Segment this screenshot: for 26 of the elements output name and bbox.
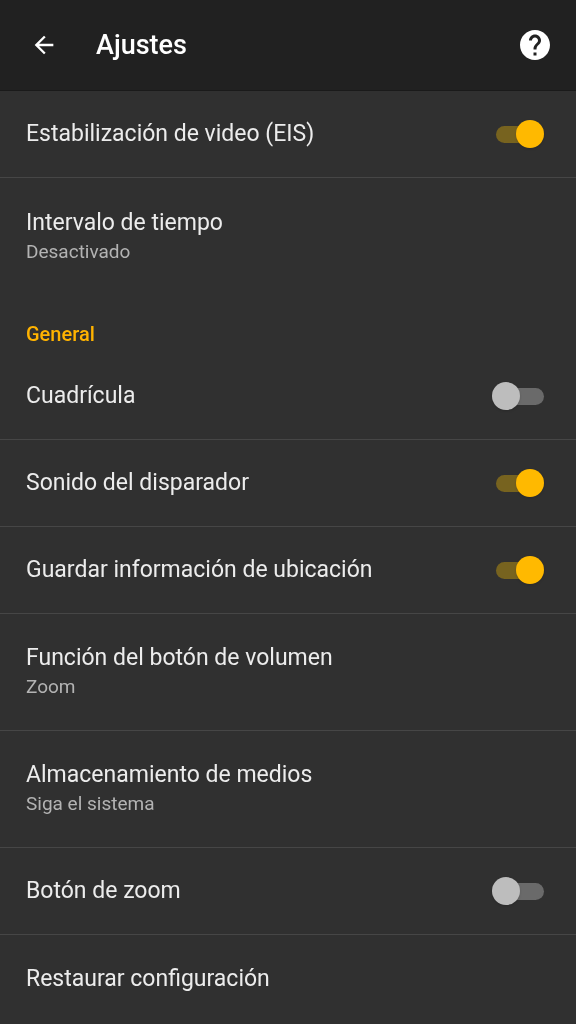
settings-row[interactable]: Intervalo de tiempo Desactivado <box>0 178 576 295</box>
setting-label: Cuadrícula <box>26 381 136 411</box>
setting-summary: Siga el sistema <box>26 791 156 817</box>
settings-row[interactable]: Restaurar configuración <box>0 935 576 1022</box>
settings-row[interactable]: Sonido del disparador <box>0 440 576 527</box>
setting-label: Estabilización de video (EIS) <box>26 119 315 149</box>
settings-row[interactable]: Estabilización de video (EIS) <box>0 91 576 178</box>
toggle-switch[interactable] <box>492 877 544 905</box>
setting-label: Restaurar configuración <box>26 963 270 994</box>
toggle-switch[interactable] <box>492 382 544 410</box>
setting-summary: Zoom <box>26 674 77 700</box>
settings-row[interactable]: Guardar información de ubicación <box>0 527 576 614</box>
setting-summary: Desactivado <box>26 238 132 265</box>
setting-label: Guardar información de ubicación <box>26 555 373 585</box>
setting-label: Intervalo de tiempo <box>26 207 223 238</box>
settings-row[interactable]: Cuadrícula <box>0 353 576 440</box>
section-header: General <box>26 321 95 348</box>
settings-row[interactable]: Función del botón de volumen Zoom <box>0 614 576 731</box>
help-icon[interactable] <box>517 27 553 63</box>
setting-label: Función del botón de volumen <box>26 643 333 673</box>
setting-label: Sonido del disparador <box>26 468 249 498</box>
settings-row[interactable]: Almacenamiento de medios Siga el sistema <box>0 731 576 848</box>
settings-row[interactable]: Botón de zoom <box>0 848 576 935</box>
setting-label: Almacenamiento de medios <box>26 760 313 790</box>
screen-title: Ajustes <box>96 27 187 63</box>
setting-label: Botón de zoom <box>26 876 181 906</box>
